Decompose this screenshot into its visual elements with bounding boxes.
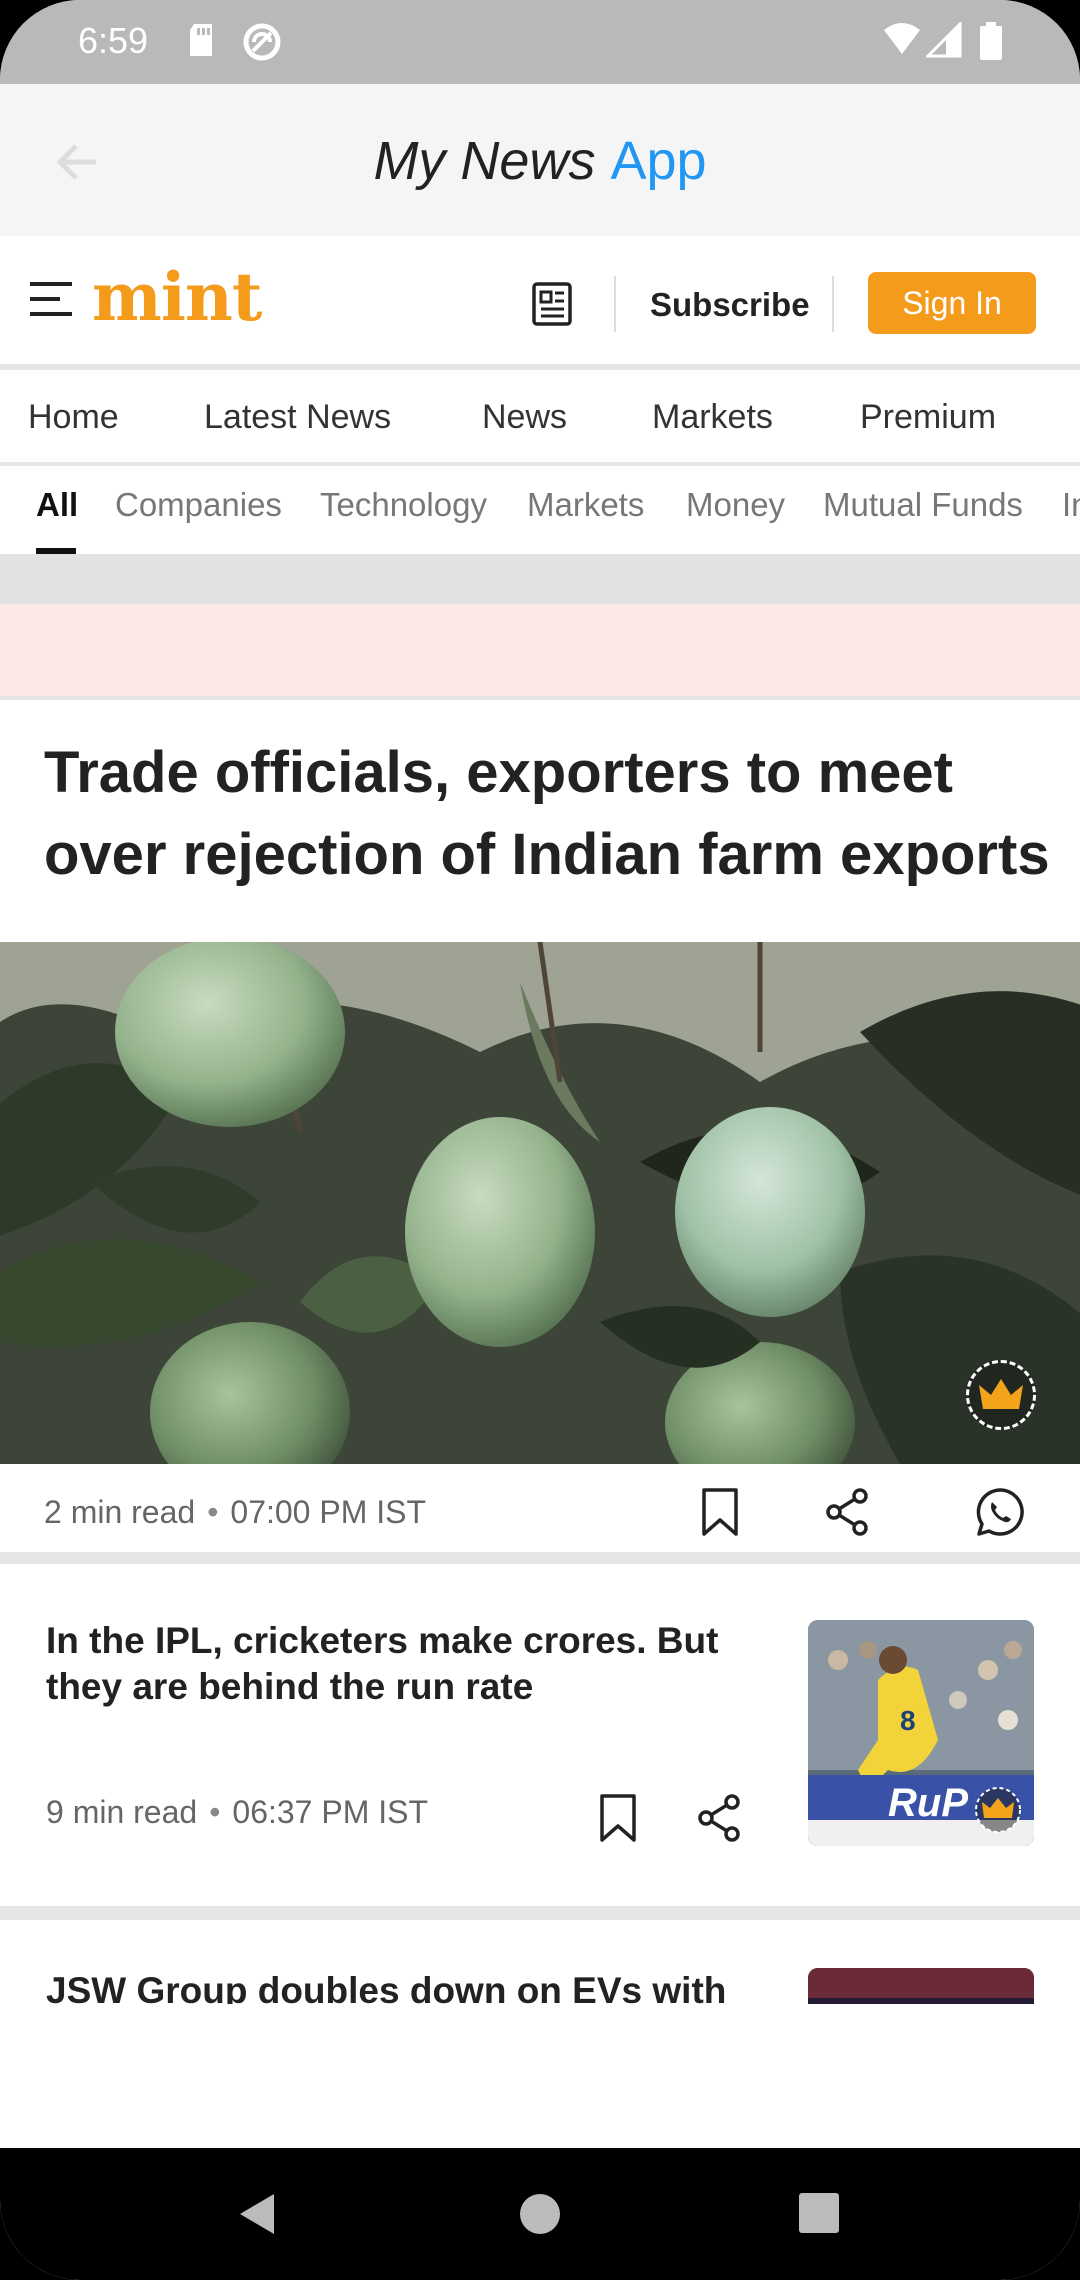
main-nav: Home Latest News News Markets Premium	[0, 376, 1080, 466]
divider	[832, 276, 834, 332]
read-time: 2 min read	[44, 1494, 196, 1530]
sign-in-button[interactable]: Sign In	[868, 272, 1036, 334]
nav-item-home[interactable]: Home	[28, 398, 119, 437]
share-icon[interactable]	[694, 1792, 746, 1844]
tab-companies[interactable]: Companies	[115, 486, 282, 524]
story-title[interactable]: JSW Group doubles down on EVs with	[46, 1968, 746, 2004]
thumb-text: RuP	[888, 1781, 968, 1825]
cricket-photo: 8 RuP	[808, 1620, 1034, 1846]
lead-story-meta-text: 2 min read • 07:00 PM IST	[44, 1494, 427, 1530]
sd-card-icon	[190, 24, 212, 56]
story-title[interactable]: In the IPL, cricketers make crores. But …	[46, 1618, 746, 1710]
app-title: My News App	[0, 130, 1080, 192]
bookmark-icon[interactable]	[592, 1792, 644, 1844]
tab-technology[interactable]: Technology	[320, 486, 487, 524]
ad-banner	[0, 604, 1080, 700]
active-tab-indicator	[36, 548, 76, 554]
app-title-accent: App	[610, 131, 707, 191]
subscribe-button[interactable]: Subscribe	[650, 286, 810, 324]
status-bar: 6:59	[0, 0, 1080, 84]
tab-mutual-funds[interactable]: Mutual Funds	[823, 486, 1023, 524]
story-thumbnail[interactable]	[808, 1968, 1034, 2004]
blank-area	[0, 2004, 1080, 2148]
nav-item-markets[interactable]: Markets	[652, 398, 773, 437]
tab-all[interactable]: All	[36, 486, 78, 524]
story-photo	[808, 1968, 1034, 2004]
epaper-icon[interactable]	[530, 280, 576, 328]
nav-recents-icon[interactable]	[796, 2190, 842, 2236]
nav-item-news[interactable]: News	[482, 398, 567, 437]
story-meta: 9 min read • 06:37 PM IST	[46, 1794, 429, 1830]
story-card[interactable]: In the IPL, cricketers make crores. But …	[0, 1576, 1080, 1906]
site-header: mint Subscribe Sign In	[0, 236, 1080, 370]
share-icon[interactable]	[822, 1486, 874, 1538]
mango-photo	[0, 942, 1080, 1464]
ad-spacer	[0, 558, 1080, 604]
nav-home-icon[interactable]	[516, 2190, 564, 2238]
nav-item-latest-news[interactable]: Latest News	[204, 398, 391, 437]
category-tabs: All Companies Technology Markets Money M…	[0, 468, 1080, 558]
tab-in[interactable]: In	[1062, 486, 1080, 524]
status-time: 6:59	[78, 20, 149, 61]
mint-logo[interactable]: mint	[92, 258, 262, 336]
wifi-icon	[884, 23, 920, 54]
story-thumbnail[interactable]: 8 RuP	[808, 1620, 1034, 1846]
lead-story-image[interactable]	[0, 942, 1080, 1464]
lead-story-title[interactable]: Trade officials, exporters to meet over …	[44, 732, 1054, 896]
story-separator	[0, 1906, 1080, 1920]
nav-back-icon[interactable]	[234, 2190, 282, 2238]
lead-story-meta: 2 min read • 07:00 PM IST	[0, 1464, 1080, 1564]
system-nav-bar	[0, 2148, 1080, 2280]
battery-icon	[980, 22, 1002, 60]
story-card[interactable]: JSW Group doubles down on EVs with	[0, 1920, 1080, 2004]
tab-markets[interactable]: Markets	[527, 486, 644, 524]
premium-crown-icon	[966, 1360, 1036, 1430]
nav-item-premium[interactable]: Premium	[860, 398, 996, 437]
sync-icon	[243, 23, 281, 61]
bookmark-icon[interactable]	[694, 1486, 746, 1538]
publish-time: 06:37 PM IST	[232, 1794, 429, 1830]
menu-icon[interactable]	[30, 282, 72, 322]
tab-money[interactable]: Money	[686, 486, 785, 524]
divider	[614, 276, 616, 332]
signal-icon	[926, 22, 962, 58]
read-time: 9 min read	[46, 1794, 198, 1830]
app-title-main: My News	[373, 131, 596, 191]
app-bar: My News App	[0, 84, 1080, 236]
whatsapp-icon[interactable]	[974, 1486, 1026, 1538]
phone-screen: 6:59 My News App mint Subscribe Sign In …	[0, 0, 1080, 2280]
svg-text:8: 8	[900, 1705, 916, 1736]
publish-time: 07:00 PM IST	[230, 1494, 427, 1530]
